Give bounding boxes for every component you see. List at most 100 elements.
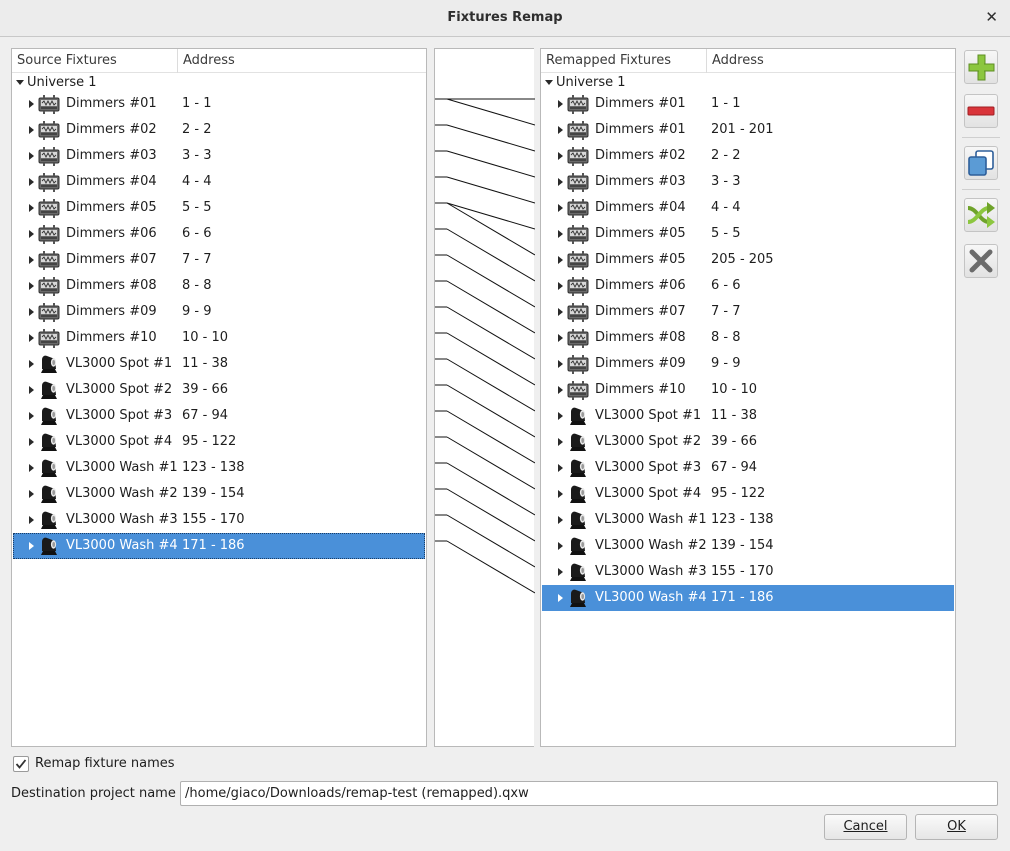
expand-arrow-icon[interactable] [29,516,34,524]
fixture-row[interactable]: Dimmers #04 4 - 4 [13,169,425,195]
expand-arrow-icon[interactable] [558,126,563,134]
expand-arrow-icon[interactable] [29,334,34,342]
fixture-row[interactable]: Dimmers #04 4 - 4 [542,195,954,221]
expand-arrow-icon[interactable] [29,386,34,394]
add-remap-button[interactable] [964,50,998,84]
expand-arrow-icon[interactable] [558,542,563,550]
fixture-row[interactable]: Dimmers #02 2 - 2 [13,117,425,143]
expand-arrow-icon[interactable] [558,464,563,472]
clone-button[interactable] [964,146,998,180]
fixture-row[interactable]: Dimmers #07 7 - 7 [542,299,954,325]
expand-arrow-icon[interactable] [29,412,34,420]
expand-arrow-icon[interactable] [558,568,563,576]
expand-arrow-icon[interactable] [558,412,563,420]
expand-arrow-icon[interactable] [558,256,563,264]
fixture-row[interactable]: VL3000 Spot #1 11 - 38 [13,351,425,377]
auto-remap-button[interactable] [964,198,998,232]
expand-arrow-icon[interactable] [29,178,34,186]
expand-arrow-icon[interactable] [558,230,563,238]
fixture-row[interactable]: Dimmers #09 9 - 9 [13,299,425,325]
fixture-row[interactable]: VL3000 Wash #4 171 - 186 [13,533,425,559]
expand-arrow-icon[interactable] [29,256,34,264]
expand-arrow-icon[interactable] [558,386,563,394]
fixture-icon [38,169,60,195]
expand-arrow-icon[interactable] [558,152,563,160]
expand-arrow-icon[interactable] [558,490,563,498]
fixture-row[interactable]: Dimmers #06 6 - 6 [13,221,425,247]
destination-project-input[interactable]: /home/giaco/Downloads/remap-test (remapp… [180,781,998,806]
fixture-row[interactable]: VL3000 Spot #2 39 - 66 [542,429,954,455]
remap-names-label[interactable]: Remap fixture names [35,756,175,771]
source-address-column-header[interactable]: Address [178,49,426,73]
fixture-row[interactable]: Dimmers #03 3 - 3 [542,169,954,195]
fixture-row[interactable]: Dimmers #05 205 - 205 [542,247,954,273]
fixture-row[interactable]: Dimmers #02 2 - 2 [542,143,954,169]
expand-arrow-icon[interactable] [29,490,34,498]
fixture-row[interactable]: Dimmers #05 5 - 5 [13,195,425,221]
remove-remap-button[interactable] [964,94,998,128]
fixture-row[interactable]: VL3000 Wash #4 171 - 186 [542,585,954,611]
fixture-row[interactable]: Dimmers #05 5 - 5 [542,221,954,247]
fixture-row[interactable]: Dimmers #08 8 - 8 [542,325,954,351]
clear-remap-button[interactable] [964,244,998,278]
fixture-row[interactable]: Dimmers #01 1 - 1 [542,91,954,117]
cancel-button[interactable]: Cancel [824,814,907,840]
fixture-icon [567,377,589,403]
fixture-row[interactable]: VL3000 Spot #1 11 - 38 [542,403,954,429]
fixture-row[interactable]: Dimmers #06 6 - 6 [542,273,954,299]
expand-arrow-icon[interactable] [29,542,34,550]
expand-arrow-icon[interactable] [558,308,563,316]
fixture-row[interactable]: Dimmers #07 7 - 7 [13,247,425,273]
expand-arrow-icon[interactable] [558,334,563,342]
fixture-row[interactable]: Dimmers #09 9 - 9 [542,351,954,377]
expand-arrow-icon[interactable] [558,178,563,186]
fixture-row[interactable]: Dimmers #08 8 - 8 [13,273,425,299]
expand-arrow-icon[interactable] [29,204,34,212]
expand-arrow-icon[interactable] [29,282,34,290]
fixture-row[interactable]: VL3000 Wash #1 123 - 138 [13,455,425,481]
expand-arrow-icon[interactable] [29,308,34,316]
remap-names-checkbox[interactable] [13,756,29,772]
fixture-row[interactable]: Dimmers #01 201 - 201 [542,117,954,143]
fixture-row[interactable]: VL3000 Wash #2 139 - 154 [542,533,954,559]
expand-arrow-icon[interactable] [29,464,34,472]
fixture-row[interactable]: VL3000 Spot #2 39 - 66 [13,377,425,403]
fixture-row[interactable]: VL3000 Spot #4 95 - 122 [13,429,425,455]
fixture-row[interactable]: VL3000 Wash #3 155 - 170 [13,507,425,533]
expand-arrow-icon[interactable] [29,126,34,134]
expand-arrow-icon[interactable] [558,100,563,108]
fixture-row[interactable]: Dimmers #01 1 - 1 [13,91,425,117]
expand-arrow-icon[interactable] [558,204,563,212]
fixture-row[interactable]: Dimmers #10 10 - 10 [542,377,954,403]
expand-arrow-icon[interactable] [558,516,563,524]
expand-arrow-icon[interactable] [558,438,563,446]
expand-arrow-icon[interactable] [558,594,563,602]
ok-button[interactable]: OK [915,814,998,840]
expand-arrow-icon[interactable] [29,152,34,160]
fixture-row[interactable]: Dimmers #03 3 - 3 [13,143,425,169]
fixture-row[interactable]: VL3000 Wash #1 123 - 138 [542,507,954,533]
remapped-name-column-header[interactable]: Remapped Fixtures [541,49,707,73]
fixture-name: Dimmers #09 [66,304,157,319]
fixture-row[interactable]: Dimmers #10 10 - 10 [13,325,425,351]
expand-arrow-icon[interactable] [29,230,34,238]
remapped-address-column-header[interactable]: Address [707,49,955,73]
expand-arrow-icon[interactable] [558,282,563,290]
expand-arrow-icon[interactable] [558,360,563,368]
source-name-column-header[interactable]: Source Fixtures [12,49,178,73]
fixture-row[interactable]: VL3000 Wash #2 139 - 154 [13,481,425,507]
fixture-row[interactable]: VL3000 Spot #3 67 - 94 [13,403,425,429]
expand-arrow-icon[interactable] [29,438,34,446]
source-fixtures-tree[interactable]: Source Fixtures Address Universe 1 Dimme… [11,48,427,747]
fixture-row[interactable]: VL3000 Spot #4 95 - 122 [542,481,954,507]
remapped-universe-row[interactable]: Universe 1 [542,74,954,91]
source-universe-row[interactable]: Universe 1 [13,74,425,91]
fixture-row[interactable]: VL3000 Wash #3 155 - 170 [542,559,954,585]
expand-arrow-icon[interactable] [29,100,34,108]
expanded-arrow-icon[interactable] [545,80,553,85]
remapped-fixtures-tree[interactable]: Remapped Fixtures Address Universe 1 Dim… [540,48,956,747]
expand-arrow-icon[interactable] [29,360,34,368]
expanded-arrow-icon[interactable] [16,80,24,85]
close-icon[interactable]: ✕ [985,8,998,26]
fixture-row[interactable]: VL3000 Spot #3 67 - 94 [542,455,954,481]
